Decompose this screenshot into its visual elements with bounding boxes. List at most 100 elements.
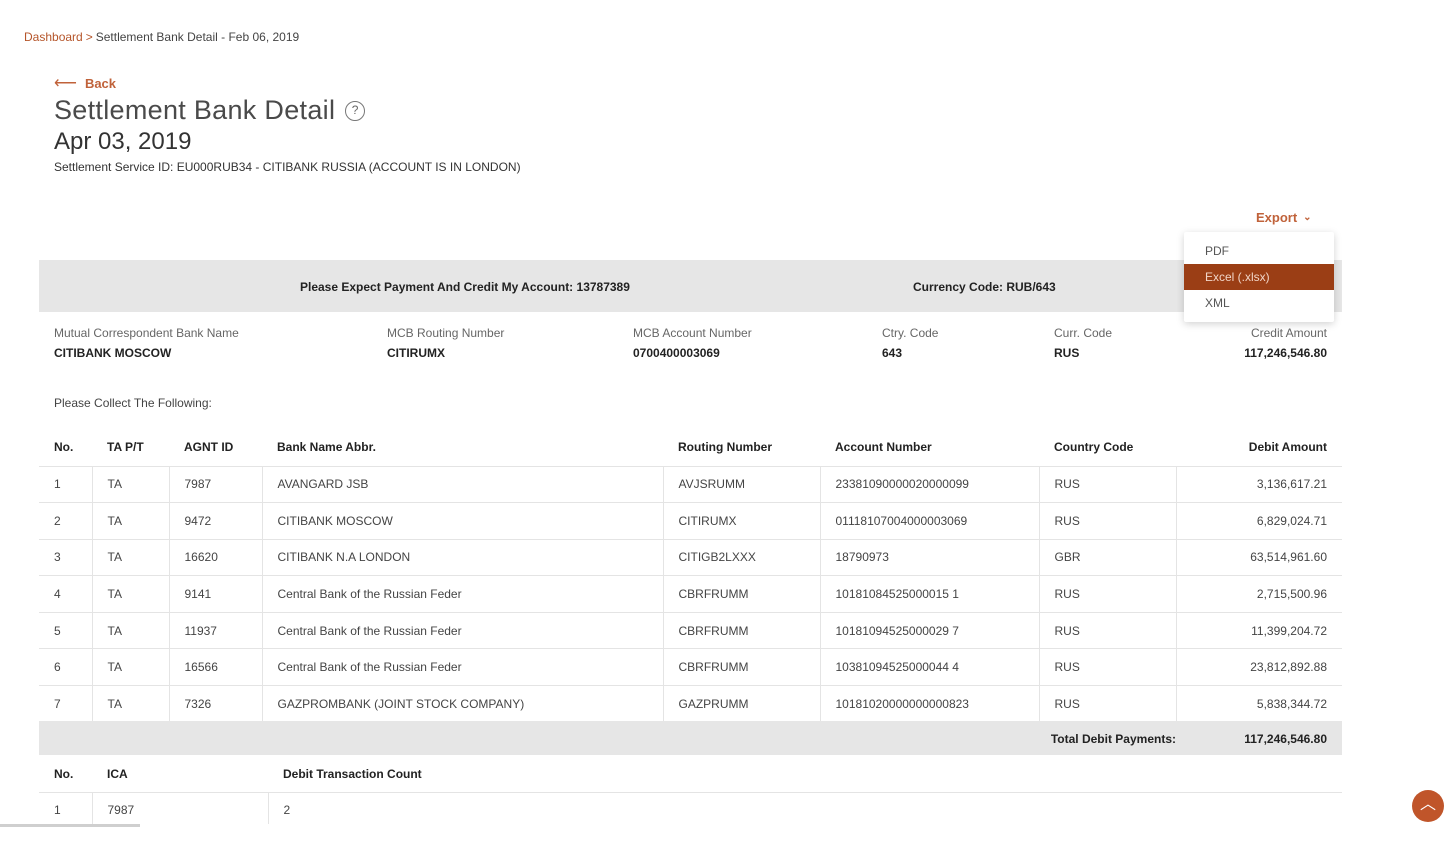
ica-cell-ica: 7987	[91, 791, 268, 828]
col-header-bank-name[interactable]: Bank Name Abbr.	[262, 428, 663, 466]
cell-routing: AVJSRUMM	[662, 465, 820, 503]
mcb-account-label: MCB Account Number	[633, 326, 752, 340]
cell-account: 10181094525000029 7	[819, 611, 1039, 649]
cell-no: 7	[39, 685, 92, 723]
col-header-country[interactable]: Country Code	[1039, 428, 1176, 466]
mcb-credit-amount-value: 117,246,546.80	[1244, 346, 1327, 360]
mcb-details: Mutual Correspondent Bank Name CITIBANK …	[39, 326, 1342, 366]
total-debit-band: Total Debit Payments: 117,246,546.80	[39, 721, 1342, 755]
horizontal-scrollbar[interactable]	[0, 824, 140, 827]
table-row: 5 TA 11937 Central Bank of the Russian Fede…	[39, 611, 1342, 649]
ica-header-no[interactable]: No.	[39, 756, 92, 792]
cell-bank-name: Central Bank of the Russian Feder	[261, 575, 663, 613]
ica-row: 1 7987 2	[39, 791, 1342, 828]
cell-no: 4	[39, 575, 92, 613]
table-row: 3 TA 16620 CITIBANK N.A LONDON CITIGB2LXXX 18…	[39, 538, 1342, 576]
export-button[interactable]: Export ⌄	[1256, 210, 1312, 225]
cell-debit-amount: 5,838,344.72	[1175, 685, 1342, 723]
cell-no: 6	[39, 648, 92, 686]
back-label: Back	[84, 75, 117, 91]
mcb-routing-label: MCB Routing Number	[387, 326, 505, 340]
cell-agnt-id: 7987	[168, 465, 262, 503]
cell-routing: CITIGB2LXXX	[662, 538, 820, 576]
ica-header-ica[interactable]: ICA	[92, 756, 268, 792]
mcb-curr-code-value: RUS	[1054, 346, 1080, 360]
cell-account: 18790973	[819, 538, 1039, 576]
breadcrumb: Dashboard > Settlement Bank Detail - Feb 0…	[24, 30, 299, 44]
breadcrumb-current: Settlement Bank Detail - Feb 06, 2019	[95, 30, 300, 44]
cell-country: RUS	[1038, 611, 1176, 649]
cell-ta-pt: TA	[91, 538, 169, 576]
cell-routing: GAZPRUMM	[662, 685, 820, 723]
settlement-panel: Please Expect Payment And Credit My Acco…	[39, 260, 1342, 830]
cell-agnt-id: 11937	[168, 611, 262, 649]
cell-agnt-id: 16620	[168, 538, 262, 576]
cell-bank-name: CITIBANK N.A LONDON	[261, 538, 663, 576]
total-debit-value: 117,246,546.80	[1244, 732, 1327, 746]
cell-country: RUS	[1038, 465, 1176, 503]
cell-debit-amount: 2,715,500.96	[1175, 575, 1342, 613]
ica-cell-no: 1	[39, 791, 92, 828]
ica-table-header: No. ICA Debit Transaction Count	[39, 756, 1342, 792]
cell-routing: CBRFRUMM	[662, 648, 820, 686]
table-row: 7 TA 7326 GAZPROMBANK (JOINT STOCK COMPANY)…	[39, 685, 1342, 723]
page-title-text: Settlement Bank Detail	[54, 95, 336, 125]
col-header-agnt-id[interactable]: AGNT ID	[169, 428, 262, 466]
chevron-up-icon[interactable]: ︿	[1412, 790, 1444, 822]
ica-cell-count: 2	[267, 791, 1342, 828]
cell-ta-pt: TA	[91, 648, 169, 686]
export-option-excel[interactable]: Excel (.xlsx)	[1184, 264, 1334, 290]
mcb-ctry-code-value: 643	[882, 346, 903, 360]
cell-bank-name: GAZPROMBANK (JOINT STOCK COMPANY)	[261, 685, 663, 723]
chevron-down-icon: ⌄	[1303, 212, 1312, 223]
cell-country: RUS	[1038, 575, 1176, 613]
page-title: Settlement Bank Detail ?	[54, 95, 366, 126]
cell-debit-amount: 6,829,024.71	[1175, 502, 1342, 540]
collect-label: Please Collect The Following:	[54, 396, 212, 410]
mcb-account: MCB Account Number 0700400003069	[633, 326, 752, 360]
export-option-pdf[interactable]: PDF	[1184, 238, 1334, 264]
cell-account: 10181084525000015 1	[819, 575, 1039, 613]
cell-no: 3	[39, 538, 92, 576]
cell-agnt-id: 16566	[168, 648, 262, 686]
cell-agnt-id: 7326	[168, 685, 262, 723]
page-date: Apr 03, 2019	[54, 128, 192, 155]
col-header-no[interactable]: No.	[39, 428, 92, 466]
back-link[interactable]: ⟵ Back	[54, 73, 116, 93]
mcb-ctry-code-label: Ctry. Code	[882, 326, 939, 340]
mcb-routing-value: CITIRUMX	[387, 346, 445, 360]
col-header-ta-pt[interactable]: TA P/T	[92, 428, 169, 466]
cell-ta-pt: TA	[91, 685, 169, 723]
mcb-routing: MCB Routing Number CITIRUMX	[387, 326, 504, 360]
cell-agnt-id: 9472	[168, 502, 262, 540]
col-header-debit-amount[interactable]: Debit Amount	[1176, 428, 1342, 466]
cell-country: RUS	[1038, 502, 1176, 540]
breadcrumb-dashboard-link[interactable]: Dashboard	[24, 30, 83, 44]
mcb-curr-code: Curr. Code RUS	[1054, 326, 1112, 360]
cell-account: 23381090000020000099	[819, 465, 1039, 503]
col-header-routing[interactable]: Routing Number	[663, 428, 820, 466]
mcb-bank-name-label: Mutual Correspondent Bank Name	[54, 326, 239, 340]
cell-ta-pt: TA	[91, 465, 169, 503]
cell-debit-amount: 3,136,617.21	[1175, 465, 1342, 503]
cell-account: 10181020000000000823	[819, 685, 1039, 723]
cell-no: 5	[39, 611, 92, 649]
col-header-account[interactable]: Account Number	[820, 428, 1039, 466]
table-row: 4 TA 9141 Central Bank of the Russian Feder…	[39, 575, 1342, 613]
table-row: 6 TA 16566 Central Bank of the Russian Fede…	[39, 648, 1342, 686]
debit-table: No. TA P/T AGNT ID Bank Name Abbr. Routi…	[39, 428, 1342, 723]
cell-account: 10381094525000044 4	[819, 648, 1039, 686]
cell-country: RUS	[1038, 648, 1176, 686]
mcb-account-value: 0700400003069	[633, 346, 720, 360]
payment-band: Please Expect Payment And Credit My Acco…	[39, 260, 1342, 312]
cell-routing: CBRFRUMM	[662, 611, 820, 649]
cell-no: 2	[39, 502, 92, 540]
breadcrumb-separator: >	[85, 30, 93, 44]
help-icon[interactable]: ?	[345, 100, 366, 121]
export-option-xml[interactable]: XML	[1184, 290, 1334, 316]
mcb-curr-code-label: Curr. Code	[1054, 326, 1113, 340]
ica-header-count[interactable]: Debit Transaction Count	[268, 756, 1342, 792]
cell-bank-name: Central Bank of the Russian Feder	[261, 648, 663, 686]
export-label: Export	[1256, 210, 1298, 225]
cell-ta-pt: TA	[91, 502, 169, 540]
